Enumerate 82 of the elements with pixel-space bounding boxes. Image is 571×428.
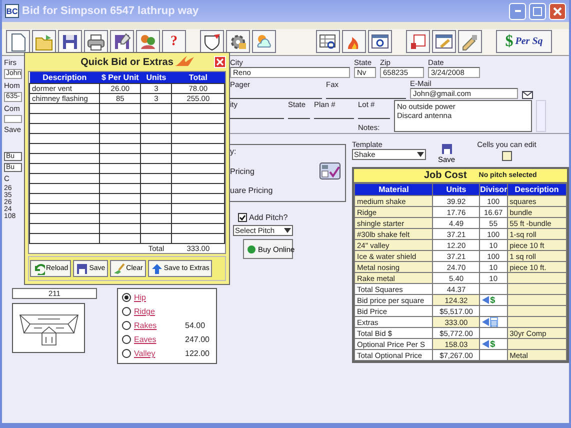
radio-button[interactable]: [122, 293, 131, 302]
table-search-icon: [318, 32, 338, 52]
close-button[interactable]: [549, 2, 566, 20]
minimize-button[interactable]: [509, 2, 526, 20]
close-icon: [216, 58, 224, 66]
arrow-left-icon: [482, 340, 490, 348]
column-header: Divisor: [480, 184, 508, 196]
link[interactable]: Hip: [134, 293, 182, 302]
link[interactable]: Eaves: [134, 335, 182, 344]
per-square-button[interactable]: $Per Sq: [496, 30, 552, 53]
caret-icon: [417, 152, 424, 157]
link[interactable]: Rakes: [134, 321, 182, 330]
pricing-option[interactable]: Pricing: [230, 166, 254, 176]
coin-icon: [247, 244, 256, 254]
people-button[interactable]: [136, 30, 160, 53]
arrow-up-icon: [150, 262, 163, 274]
flame-icon: [174, 55, 196, 67]
save-as-icon: [112, 32, 132, 52]
caret-icon: [284, 228, 291, 233]
envelope-icon: [522, 91, 533, 99]
check-icon: [239, 214, 246, 221]
dollar-icon[interactable]: $: [490, 295, 496, 305]
open-folder-button[interactable]: [32, 30, 56, 53]
maximize-button[interactable]: [529, 2, 546, 20]
editable-cell-swatch: [502, 151, 512, 161]
radio-button[interactable]: [122, 307, 131, 316]
stamp-button[interactable]: [406, 30, 430, 53]
table-title: Job Cost: [424, 170, 467, 181]
column-header: Total: [172, 72, 224, 83]
printer-icon: [86, 32, 106, 52]
column-header: Units: [140, 72, 172, 83]
dialog-title: Quick Bid or Extras: [80, 56, 174, 68]
column-header: Units: [432, 184, 480, 196]
link[interactable]: Valley: [134, 349, 182, 358]
save-icon: [76, 262, 88, 274]
save-button[interactable]: [58, 30, 82, 53]
broom-icon: [113, 262, 126, 274]
gear-button[interactable]: [226, 30, 250, 53]
column-header: Description: [30, 72, 100, 83]
minimize-icon: [514, 10, 520, 12]
dollar-icon[interactable]: $: [490, 339, 496, 349]
app-icon: BC: [5, 4, 19, 18]
new-page-button[interactable]: [6, 30, 30, 53]
close-icon: [553, 6, 562, 16]
close-button[interactable]: [214, 56, 226, 68]
checkbox-label: Add Pitch?: [249, 213, 288, 222]
shield-button[interactable]: [200, 30, 224, 53]
column-header: $ Per Unit: [100, 72, 141, 83]
radio-button[interactable]: [122, 335, 131, 344]
pricing-option[interactable]: uare Pricing: [230, 186, 341, 195]
reload-icon: [33, 262, 45, 274]
save-icon: [442, 144, 452, 154]
checkbox[interactable]: [238, 213, 247, 222]
edit-window-button[interactable]: [432, 30, 456, 53]
calculator-icon[interactable]: [319, 162, 341, 180]
shield-icon: [202, 32, 222, 52]
window-title: Bid for Simpson 6547 lathrup way: [22, 5, 200, 17]
flame-button[interactable]: [342, 30, 366, 53]
window-search-icon: [370, 32, 390, 52]
table-search-button[interactable]: [316, 30, 340, 53]
edit-window-icon: [434, 32, 454, 52]
radio-button[interactable]: [122, 321, 131, 330]
arrow-left-icon: [482, 296, 490, 304]
window-search-button[interactable]: [368, 30, 392, 53]
section-length: 122.00: [185, 349, 210, 358]
panel-heading: y:: [230, 147, 238, 156]
arrow-left-icon: [482, 318, 490, 326]
help-button[interactable]: ?: [162, 30, 186, 53]
link[interactable]: Ridge: [134, 307, 182, 316]
scrollbar: [536, 100, 546, 132]
maximize-icon: [533, 6, 542, 16]
column-header: Material: [354, 184, 433, 196]
text-field[interactable]: [4, 115, 22, 123]
section-length: 54.00: [185, 321, 206, 330]
cloud-button[interactable]: [252, 30, 276, 53]
pen-tool-button[interactable]: [458, 30, 482, 53]
radio-button[interactable]: [122, 349, 131, 358]
section-length: 247.00: [185, 335, 210, 344]
stamp-icon: [408, 32, 428, 52]
column-header: Description: [507, 184, 566, 196]
save-as-button[interactable]: [110, 30, 134, 53]
printer-button[interactable]: [84, 30, 108, 53]
